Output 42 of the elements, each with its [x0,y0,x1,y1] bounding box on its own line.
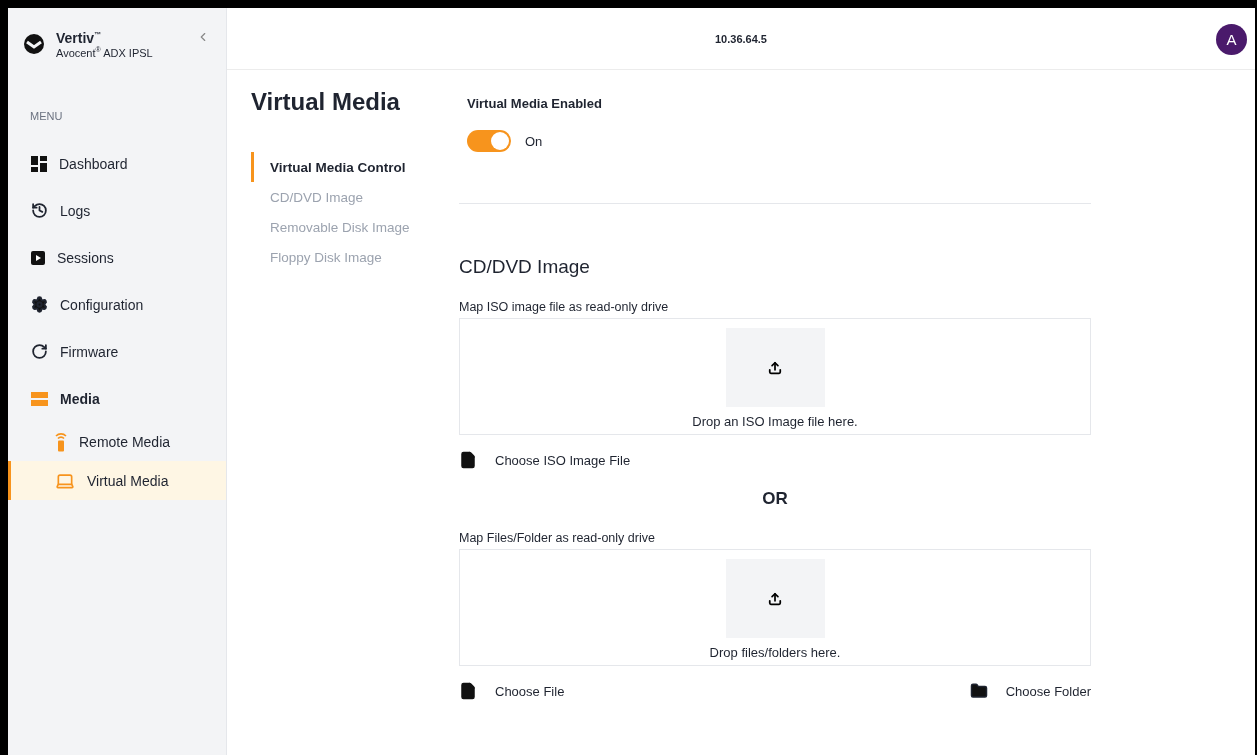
field-label: Virtual Media Enabled [466,96,603,111]
sidebar-item[interactable]: Sessions [8,234,226,281]
upload-label: Map ISO image file as read-only drive [459,300,670,314]
drop-zone[interactable]: Drop files/folders here. [459,549,1091,666]
device-address: 10.36.64.5 [715,32,767,45]
upload-icon [768,360,782,375]
sidebar-subitem[interactable]: Remote Media [8,422,226,461]
folder-icon [969,682,988,700]
section-link[interactable]: Virtual Media Control [251,152,459,182]
file-icon [459,682,477,700]
sidebar-subitem[interactable]: Virtual Media [8,461,226,500]
file-icon [459,451,477,469]
remote-icon [55,431,67,452]
choose-folder-button[interactable]: Choose Folder [969,682,1091,700]
refresh-icon [31,343,48,360]
sidebar-item[interactable]: Logs [8,187,226,234]
or-separator: OR [761,489,789,509]
upload-icon [768,591,782,606]
section-heading: CD/DVD Image [459,256,591,278]
page-title: Virtual Media [251,88,401,116]
toggle-state: On [525,133,543,149]
menu-heading: MENU [29,109,64,124]
choose-file-button[interactable]: Choose ISO Image File [459,451,631,469]
drop-zone[interactable]: Drop an ISO Image file here. [459,318,1091,435]
sidebar-item[interactable]: Configuration [8,281,226,328]
dashboard-icon [31,155,47,172]
sidebar-item[interactable]: Firmware [8,328,226,375]
logo-icon [24,34,44,54]
upload-label: Map Files/Folder as read-only drive [459,531,656,545]
product-name: Avocent$^{®}$ ADX IPSL [56,46,154,59]
sidebar-item[interactable]: Media [8,375,226,422]
server-icon [31,391,48,406]
toggle-switch[interactable] [467,130,511,152]
choose-file-button[interactable]: Choose File [459,682,565,700]
gear-icon [31,296,48,313]
drop-hint: Drop files/folders here. [709,645,841,660]
play-icon [31,250,45,265]
history-icon [31,202,48,219]
sidebar-item[interactable]: Dashboard [8,140,226,187]
user-avatar[interactable]: A [1216,24,1247,55]
drop-hint: Drop an ISO Image file here. [692,414,858,429]
brand-name: Vertiv$^{™}$ [56,30,103,46]
